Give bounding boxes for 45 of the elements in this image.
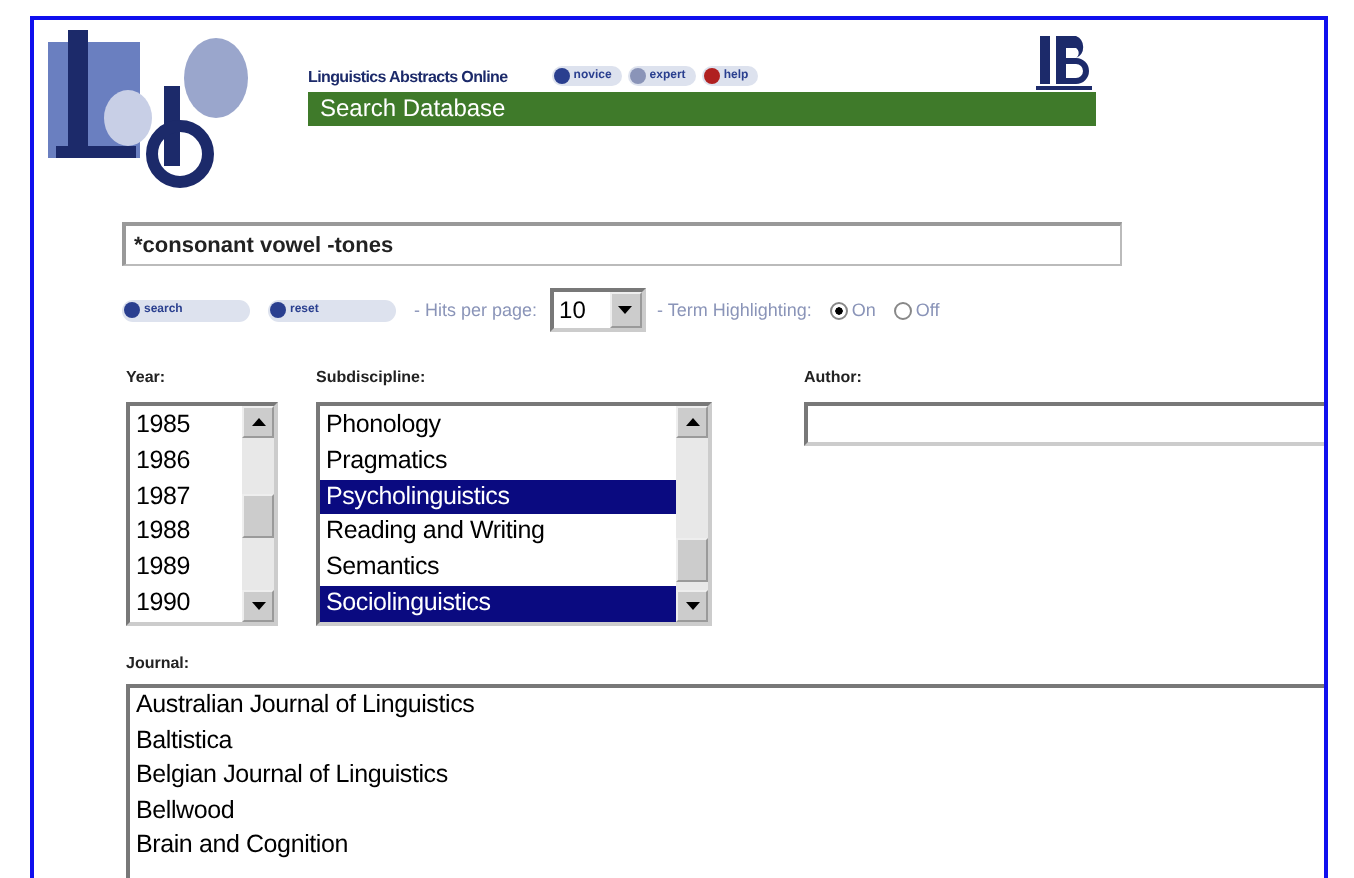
scrollbar[interactable] bbox=[242, 406, 274, 622]
author-field[interactable] bbox=[804, 402, 1324, 446]
list-option[interactable]: 1986 bbox=[130, 443, 242, 480]
up-arrow-icon bbox=[251, 418, 265, 426]
list-option[interactable]: 1985 bbox=[130, 408, 242, 444]
list-option[interactable]: Phonology bbox=[320, 408, 676, 444]
list-option[interactable]: Australian Journal of Linguistics bbox=[130, 688, 1324, 723]
list-option[interactable]: 1987 bbox=[130, 479, 242, 515]
year-list[interactable]: 1985 1986 1987 1988 1989 1990 bbox=[126, 402, 278, 626]
publisher-logo-icon bbox=[1036, 32, 1092, 92]
list-option[interactable]: Belgian Journal of Linguistics bbox=[130, 758, 1324, 793]
down-arrow-icon bbox=[251, 602, 265, 610]
list-option[interactable]: Semantics bbox=[320, 550, 676, 586]
highlight-label: - Term Highlighting: bbox=[657, 300, 812, 320]
list-option[interactable]: Pragmatics bbox=[320, 443, 676, 480]
author-label: Author: bbox=[804, 368, 864, 388]
hits-label: - Hits per page: bbox=[414, 300, 538, 320]
list-option[interactable]: 1988 bbox=[130, 514, 242, 551]
subdiscipline-label: Subdiscipline: bbox=[316, 368, 428, 388]
up-arrow-icon bbox=[685, 418, 699, 426]
dropdown-icon bbox=[618, 306, 633, 314]
search-field[interactable]: *consonant vowel -tones bbox=[122, 222, 1122, 266]
page-title-bar: Search Database bbox=[308, 92, 1096, 126]
down-arrow-icon bbox=[685, 602, 699, 610]
subdiscipline-list[interactable]: Phonology Pragmatics Psycholinguistics Reading and Writing Semantics Sociolinguistics bbox=[316, 402, 712, 626]
list-option[interactable]: Bellwood bbox=[130, 793, 1324, 828]
hits-select[interactable]: 10 bbox=[549, 288, 646, 332]
list-option[interactable]: Psycholinguistics bbox=[320, 479, 676, 515]
scrollbar[interactable] bbox=[676, 406, 708, 622]
radio-button[interactable] bbox=[829, 301, 848, 319]
list-option[interactable]: 1990 bbox=[130, 585, 242, 622]
list-option[interactable]: Baltistica bbox=[130, 723, 1324, 758]
list-option[interactable]: 1989 bbox=[130, 550, 242, 586]
list-option[interactable]: Sociolinguistics bbox=[320, 585, 676, 622]
journal-label: Journal: bbox=[126, 654, 192, 674]
site-title: Linguistics Abstracts Online bbox=[308, 67, 508, 85]
scroll-thumb[interactable] bbox=[676, 538, 708, 582]
radio-label: Off bbox=[915, 300, 940, 320]
list-option[interactable]: Reading and Writing bbox=[320, 514, 676, 551]
list-option[interactable]: Brain and Cognition bbox=[130, 828, 1324, 863]
radio-button[interactable] bbox=[893, 301, 912, 319]
journal-list[interactable]: Australian Journal of Linguistics Baltistica Belgian Journal of Linguistics Bellwood Brain and Cognition bbox=[126, 684, 1324, 878]
radio-label: On bbox=[851, 300, 876, 320]
scroll-thumb[interactable] bbox=[242, 494, 274, 538]
year-label: Year: bbox=[126, 368, 168, 388]
